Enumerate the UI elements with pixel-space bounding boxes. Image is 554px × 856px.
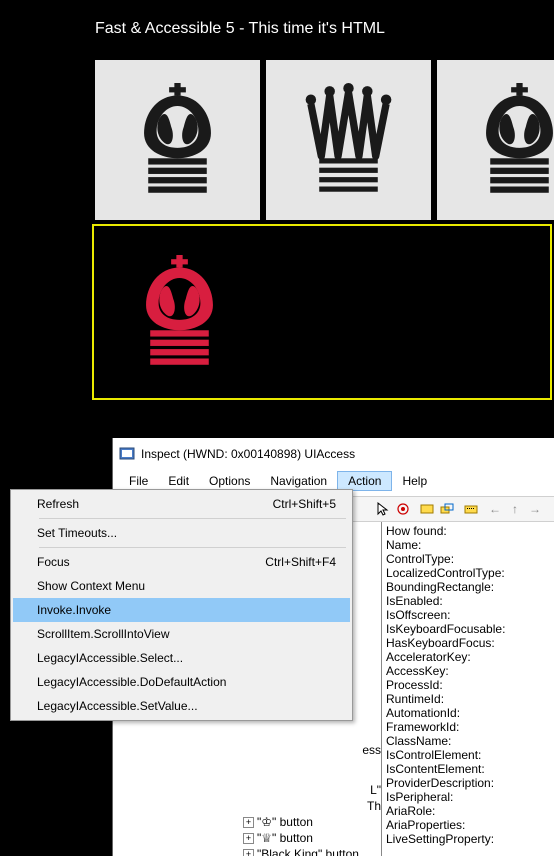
property-row: IsEnabled: <box>386 594 551 608</box>
arrow-left-icon[interactable]: ← <box>487 501 503 517</box>
menu-item-legacyiaccessible-select[interactable]: LegacyIAccessible.Select... <box>13 646 350 670</box>
menu-file[interactable]: File <box>119 472 158 490</box>
chess-tile-king-2[interactable] <box>437 60 554 220</box>
inspect-title: Inspect (HWND: 0x00140898) UIAccess <box>141 447 355 461</box>
property-row: LiveSettingProperty: <box>386 832 551 846</box>
menu-item-legacyiaccessible-setvalue[interactable]: LegacyIAccessible.SetValue... <box>13 694 350 718</box>
king-icon <box>125 83 230 198</box>
menu-help[interactable]: Help <box>392 472 437 490</box>
tree-item[interactable]: "♕" button <box>257 831 313 845</box>
menu-item-focus[interactable]: FocusCtrl+Shift+F4 <box>13 550 350 574</box>
menu-item-show-context-menu[interactable]: Show Context Menu <box>13 574 350 598</box>
menu-action[interactable]: Action <box>337 471 392 491</box>
property-row: LocalizedControlType: <box>386 566 551 580</box>
queen-icon <box>296 83 401 198</box>
keyboard-icon[interactable] <box>463 501 479 517</box>
property-row: ProviderDescription: <box>386 776 551 790</box>
property-row: ProcessId: <box>386 678 551 692</box>
tree-text: ess <box>362 743 381 757</box>
menu-item-legacyiaccessible-dodefaultaction[interactable]: LegacyIAccessible.DoDefaultAction <box>13 670 350 694</box>
menu-separator <box>39 547 346 548</box>
target-icon[interactable] <box>395 501 411 517</box>
arrow-right-icon[interactable]: → <box>527 501 543 517</box>
tree-text: L" <box>370 783 381 797</box>
chess-tile-crimson-king[interactable] <box>97 232 262 392</box>
inspect-app-icon <box>119 446 135 462</box>
rect-overlay-icon[interactable] <box>439 501 455 517</box>
menu-item-set-timeouts[interactable]: Set Timeouts... <box>13 521 350 545</box>
property-row: IsPeripheral: <box>386 790 551 804</box>
property-row: ClassName: <box>386 734 551 748</box>
property-row: BoundingRectangle: <box>386 580 551 594</box>
property-row: AutomationId: <box>386 706 551 720</box>
property-row: AccessKey: <box>386 664 551 678</box>
cursor-icon[interactable] <box>375 501 391 517</box>
property-row: AriaRole: <box>386 804 551 818</box>
menu-item-invoke-invoke[interactable]: Invoke.Invoke <box>13 598 350 622</box>
expand-icon[interactable]: + <box>243 849 254 856</box>
menu-separator <box>39 518 346 519</box>
rect-yellow-icon[interactable] <box>419 501 435 517</box>
property-row: IsOffscreen: <box>386 608 551 622</box>
properties-panel[interactable]: How found:Name:ControlType:LocalizedCont… <box>382 522 554 856</box>
property-row: IsContentElement: <box>386 762 551 776</box>
menu-navigation[interactable]: Navigation <box>260 472 337 490</box>
menu-options[interactable]: Options <box>199 472 260 490</box>
property-row: ControlType: <box>386 552 551 566</box>
menu-item-refresh[interactable]: RefreshCtrl+Shift+5 <box>13 492 350 516</box>
property-row: How found: <box>386 524 551 538</box>
expand-icon[interactable]: + <box>243 817 254 828</box>
menu-edit[interactable]: Edit <box>158 472 199 490</box>
king-icon <box>467 83 554 198</box>
property-row: IsControlElement: <box>386 748 551 762</box>
chess-tile-queen[interactable] <box>266 60 431 220</box>
property-row: Name: <box>386 538 551 552</box>
property-row: AriaProperties: <box>386 818 551 832</box>
arrow-up-icon[interactable]: ↑ <box>507 501 523 517</box>
tree-text: Th <box>367 799 381 813</box>
property-row: IsKeyboardFocusable: <box>386 622 551 636</box>
chess-row-top <box>0 60 554 220</box>
action-context-menu: RefreshCtrl+Shift+5 Set Timeouts... FocusC… <box>10 489 353 721</box>
tree-item[interactable]: "♔" button <box>257 815 313 829</box>
property-row: AcceleratorKey: <box>386 650 551 664</box>
crimson-king-icon <box>127 255 232 370</box>
app-title: Fast & Accessible 5 - This time it's HTM… <box>0 0 554 48</box>
inspect-titlebar: Inspect (HWND: 0x00140898) UIAccess <box>113 438 554 470</box>
chess-tile-king[interactable] <box>95 60 260 220</box>
property-row: FrameworkId: <box>386 720 551 734</box>
tree-item[interactable]: "Black King" button <box>257 847 359 856</box>
expand-icon[interactable]: + <box>243 833 254 844</box>
property-row: HasKeyboardFocus: <box>386 636 551 650</box>
menu-item-scrollitem-scrollintoview[interactable]: ScrollItem.ScrollIntoView <box>13 622 350 646</box>
property-row: RuntimeId: <box>386 692 551 706</box>
selected-row <box>92 224 552 400</box>
